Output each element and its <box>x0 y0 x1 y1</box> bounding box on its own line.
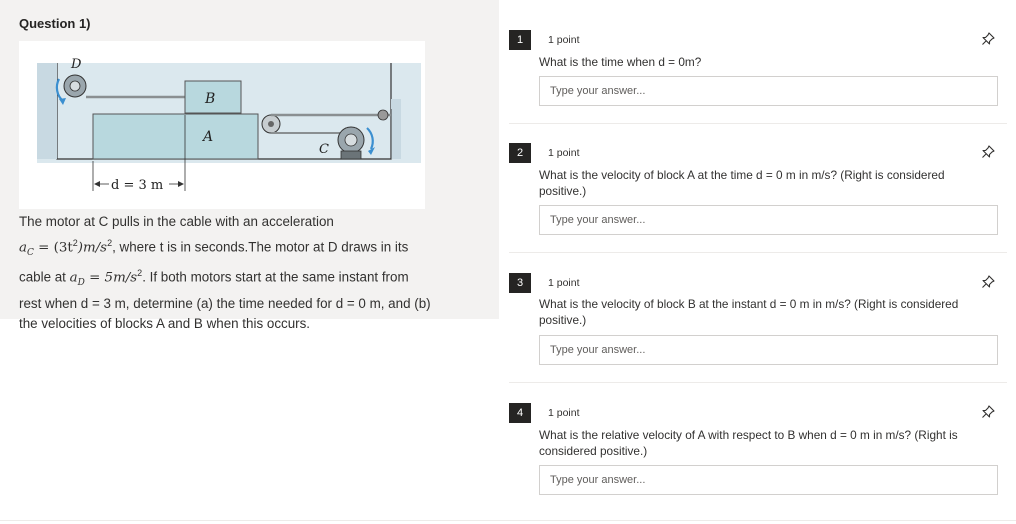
question-number-badge: 2 <box>509 143 531 163</box>
pin-icon[interactable] <box>979 30 997 48</box>
problem-line-5: the velocities of blocks A and B when th… <box>19 316 311 332</box>
question-text: What is the relative velocity of A with … <box>539 428 958 458</box>
question-number-badge: 3 <box>509 273 531 293</box>
answer-input-3[interactable] <box>539 335 998 365</box>
answer-input-2[interactable] <box>539 205 998 235</box>
question-divider <box>509 252 1007 253</box>
label-block-b: B <box>204 91 215 107</box>
question-text: What is the velocity of block A at the t… <box>539 168 945 198</box>
label-distance: d = 3 m <box>111 178 163 193</box>
question-number-badge: 1 <box>509 30 531 50</box>
problem-line-4: rest when d = 3 m, determine (a) the tim… <box>19 295 431 311</box>
answer-input-4[interactable] <box>539 465 998 495</box>
problem-line-2: aC = (3t2)m/s2, where t is in seconds.Th… <box>19 237 409 258</box>
answer-input-1[interactable] <box>539 76 998 106</box>
pin-icon[interactable] <box>979 273 997 291</box>
question-points: 1 point <box>548 277 580 289</box>
question-panel: Question 1) D B A C d = 3 m The motor at… <box>0 0 499 331</box>
question-title: Question 1) <box>19 16 91 31</box>
label-motor-d: D <box>70 57 82 72</box>
problem-line-3: cable at aD = 5m/s2. If both motors star… <box>19 268 409 289</box>
label-block-a: A <box>201 129 213 145</box>
question-points: 1 point <box>548 147 580 159</box>
question-points: 1 point <box>548 407 580 419</box>
page-bottom-divider <box>0 520 1016 521</box>
question-number-badge: 4 <box>509 403 531 423</box>
problem-statement: The motor at C pulls in the cable with a… <box>19 212 489 335</box>
label-motor-c: C <box>319 142 329 157</box>
question-text: What is the velocity of block B at the i… <box>539 297 959 327</box>
pin-icon[interactable] <box>979 143 997 161</box>
question-divider <box>509 123 1007 124</box>
question-points: 1 point <box>548 34 580 46</box>
question-text: What is the time when d = 0m? <box>539 55 702 69</box>
pin-icon[interactable] <box>979 403 997 421</box>
problem-figure: D B A C d = 3 m <box>19 41 425 209</box>
problem-line-1: The motor at C pulls in the cable with a… <box>19 214 334 229</box>
question-divider <box>509 382 1007 383</box>
